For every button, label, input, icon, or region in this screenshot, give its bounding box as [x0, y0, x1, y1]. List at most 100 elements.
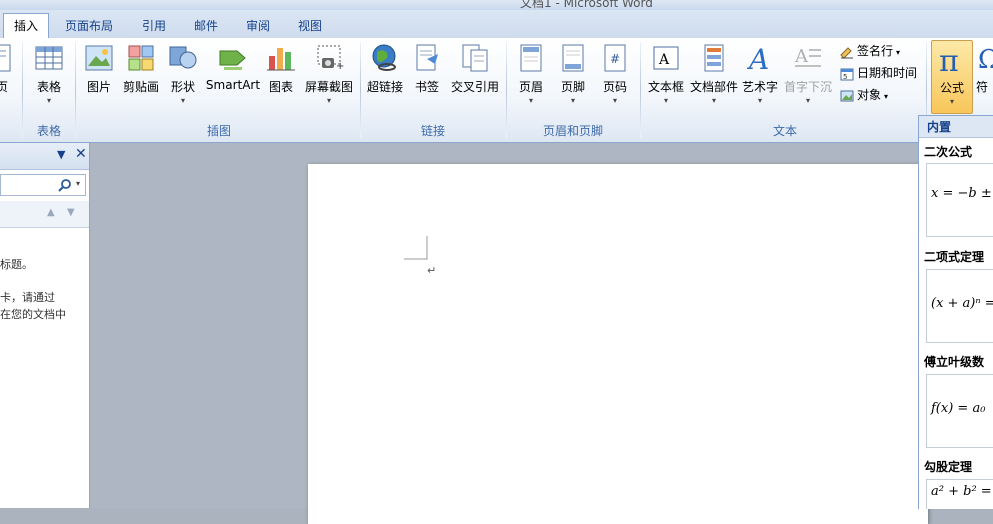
equation-item-pythagorean[interactable]: a² + b² = — [926, 479, 993, 509]
navigation-text: 在您的文档中 — [0, 308, 66, 321]
wordart-button[interactable]: A 艺术字 ▾ — [741, 42, 779, 105]
navigation-text: 标题。 — [0, 258, 33, 271]
dropdown-arrow-icon: ▾ — [570, 96, 575, 105]
page-number-label: 页码 — [602, 80, 627, 94]
signature-line-button[interactable]: 签名行 ▾ — [840, 42, 900, 60]
equation-preview: a² + b² = — [931, 484, 992, 499]
clipart-icon — [128, 45, 154, 71]
tab-mailings[interactable]: 邮件 — [184, 15, 228, 37]
date-time-button[interactable]: 5 日期和时间 — [840, 64, 917, 82]
svg-text:+: + — [336, 61, 344, 72]
equation-item-binomial[interactable]: (x + a)ⁿ = — [926, 269, 993, 343]
group-separator — [506, 42, 507, 138]
wordart-icon: A — [746, 43, 769, 74]
pages-label: 页 — [0, 80, 8, 94]
header-label: 页眉 — [518, 80, 543, 94]
screenshot-button[interactable]: + 屏幕截图 ▾ — [302, 42, 356, 105]
wordart-label: 艺术字 — [741, 80, 778, 94]
chevron-down-icon[interactable]: ▼ — [57, 148, 65, 161]
picture-button[interactable]: 图片 — [82, 42, 116, 95]
equation-gallery: 内置 二次公式 x = −b ± 二项式定理 (x + a)ⁿ = 傅立叶级数 … — [918, 115, 993, 509]
group-label-table: 表格 — [36, 124, 61, 138]
dropdown-arrow-icon: ▾ — [326, 96, 331, 105]
equation-preview: f(x) = a₀ — [931, 401, 986, 416]
quick-parts-icon — [704, 44, 724, 72]
hyperlink-button[interactable]: 超链接 — [364, 42, 406, 95]
globe-link-icon — [372, 44, 396, 71]
object-button[interactable]: 对象 ▾ — [840, 86, 888, 104]
navigation-search-input[interactable]: ▾ — [0, 174, 86, 196]
text-box-button[interactable]: A 文本框 ▾ — [645, 42, 687, 105]
footer-button[interactable]: 页脚 ▾ — [554, 42, 592, 105]
previous-arrow-icon[interactable]: ▲ — [47, 207, 55, 218]
text-box-icon: A — [653, 46, 679, 70]
equation-preview: x = −b ± — [931, 186, 992, 201]
tab-review[interactable]: 审阅 — [236, 15, 280, 37]
gallery-category-label: 二项式定理 — [924, 250, 985, 264]
document-page[interactable]: ↵ — [308, 164, 928, 524]
symbol-button[interactable]: Ω 符 — [976, 42, 993, 95]
dropdown-arrow-icon: ▾ — [949, 97, 954, 106]
calendar-icon: 5 — [840, 68, 854, 81]
shapes-button[interactable]: 形状 ▾ — [164, 42, 202, 105]
footer-label: 页脚 — [560, 80, 585, 94]
svg-text:5: 5 — [843, 73, 847, 81]
pi-icon: π — [939, 44, 959, 75]
document-area: ↵ — [90, 143, 928, 524]
group-label-text: 文本 — [772, 124, 797, 138]
group-separator — [640, 42, 641, 138]
table-button[interactable]: 表格 ▾ — [28, 42, 70, 105]
header-button[interactable]: 页眉 ▾ — [512, 42, 550, 105]
next-arrow-icon[interactable]: ▼ — [67, 207, 75, 218]
smartart-label: SmartArt — [205, 78, 261, 92]
screenshot-icon: + — [317, 45, 344, 72]
smartart-button[interactable]: SmartArt — [204, 42, 262, 92]
bookmark-button[interactable]: 书签 — [410, 42, 444, 95]
group-label-header-footer: 页眉和页脚 — [542, 124, 603, 138]
tab-page-layout[interactable]: 页面布局 — [56, 15, 122, 37]
clipart-button[interactable]: 剪贴画 — [120, 42, 162, 95]
cross-reference-button[interactable]: 交叉引用 — [448, 42, 502, 95]
group-separator — [22, 42, 23, 138]
signature-line-icon — [840, 46, 853, 59]
dropdown-arrow-icon: ▾ — [884, 92, 889, 101]
dropdown-arrow-icon: ▾ — [711, 96, 716, 105]
shapes-label: 形状 — [170, 80, 195, 94]
group-separator — [75, 42, 76, 138]
bookmark-label: 书签 — [414, 80, 439, 94]
dropdown-arrow-icon: ▾ — [612, 96, 617, 105]
bookmark-icon — [416, 44, 438, 71]
svg-text:Ω: Ω — [978, 45, 993, 74]
footer-icon — [562, 44, 584, 72]
chart-button[interactable]: 图表 — [264, 42, 298, 95]
clipart-label: 剪贴画 — [122, 80, 159, 94]
shapes-icon — [169, 46, 197, 69]
object-icon — [840, 90, 854, 101]
drop-cap-icon: A — [794, 46, 821, 67]
search-icon[interactable] — [58, 178, 72, 192]
cross-reference-icon — [462, 44, 488, 72]
quick-parts-button[interactable]: 文档部件 ▾ — [689, 42, 739, 105]
window-title: 文档1 - Microsoft Word — [520, 0, 653, 10]
tab-view[interactable]: 视图 — [288, 15, 332, 37]
tab-insert[interactable]: 插入 — [3, 13, 49, 39]
close-icon[interactable]: ✕ — [75, 146, 87, 162]
equation-button[interactable]: π 公式 ▾ — [931, 40, 973, 114]
equation-item-fourier[interactable]: f(x) = a₀ — [926, 374, 993, 448]
pages-button[interactable]: 页 — [0, 42, 11, 95]
svg-text:A: A — [794, 46, 809, 67]
tab-references[interactable]: 引用 — [132, 15, 176, 37]
equation-item-quadratic[interactable]: x = −b ± — [926, 163, 993, 237]
group-separator — [360, 42, 361, 138]
search-dropdown-icon[interactable]: ▾ — [76, 179, 80, 188]
dropdown-arrow-icon: ▾ — [180, 96, 185, 105]
page-icon — [0, 44, 11, 72]
signature-line-label: 签名行 — [857, 44, 894, 58]
page-number-button[interactable]: # 页码 ▾ — [596, 42, 634, 105]
drop-cap-button[interactable]: A 首字下沉 ▾ — [783, 42, 833, 105]
dropdown-arrow-icon: ▾ — [46, 96, 51, 105]
navigation-text: 卡，请通过 — [0, 291, 55, 304]
equation-label: 公式 — [939, 81, 964, 95]
smartart-icon — [219, 50, 246, 70]
picture-label: 图片 — [86, 80, 111, 94]
